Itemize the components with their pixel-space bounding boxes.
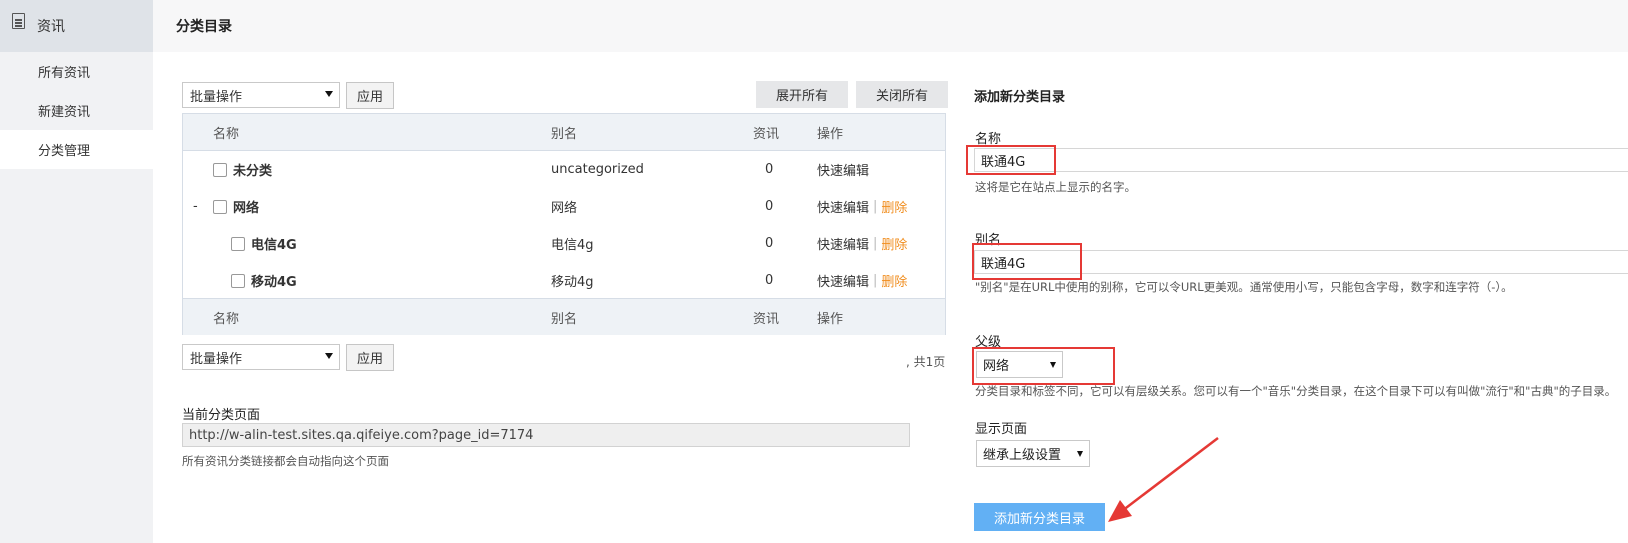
name-label: 名称 — [975, 132, 1002, 147]
quick-edit-link[interactable]: 快速编辑 — [817, 197, 869, 216]
category-slug: 网络 — [551, 201, 578, 216]
col-footer-actions: 操作 — [817, 312, 844, 327]
sidebar-item-label: 新建资讯 — [38, 105, 91, 120]
category-slug: 电信4g — [551, 238, 594, 253]
display-page-select[interactable]: 继承上级设置 — [976, 440, 1090, 467]
parent-label: 父级 — [975, 335, 1002, 350]
bulk-action-value: 批量操作 — [190, 351, 243, 367]
category-count: 0 — [765, 162, 774, 177]
category-count: 0 — [765, 199, 774, 214]
document-icon — [12, 13, 25, 29]
slug-input[interactable]: 联通4G — [974, 250, 1628, 274]
quick-edit-link[interactable]: 快速编辑 — [817, 160, 869, 179]
current-page-note: 所有资讯分类链接都会自动指向这个页面 — [182, 454, 389, 468]
row-checkbox[interactable] — [213, 162, 227, 177]
sidebar-section-label: 资讯 — [37, 19, 65, 35]
sidebar-item-new-news[interactable]: 新建资讯 — [0, 91, 153, 130]
row-checkbox[interactable] — [231, 236, 245, 251]
add-category-title: 添加新分类目录 — [974, 90, 1066, 105]
parent-hint: 分类目录和标签不同，它可以有层级关系。您可以有一个"音乐"分类目录，在这个目录下… — [975, 384, 1617, 398]
category-count: 0 — [765, 236, 774, 251]
row-checkbox[interactable] — [213, 199, 227, 214]
parent-select-value: 网络 — [983, 359, 1010, 374]
add-category-button[interactable]: 添加新分类目录 — [974, 503, 1105, 531]
category-name[interactable]: 电信4G — [251, 234, 297, 253]
expand-all-button[interactable]: 展开所有 — [756, 81, 848, 108]
apply-button-top[interactable]: 应用 — [346, 82, 394, 109]
table-row: 未分类 uncategorized 0 快速编辑 — [183, 151, 945, 188]
collapse-all-button[interactable]: 关闭所有 — [856, 81, 948, 108]
col-footer-count: 资讯 — [753, 312, 780, 327]
separator: | — [873, 199, 878, 214]
caret-down-icon — [1077, 451, 1083, 457]
bulk-action-select-top[interactable]: 批量操作 — [182, 82, 340, 108]
category-table: 名称 别名 资讯 操作 未分类 uncategorized 0 快速编辑 - 网… — [182, 113, 946, 335]
delete-link[interactable]: 删除 — [881, 197, 907, 216]
apply-button-bottom[interactable]: 应用 — [346, 344, 394, 371]
separator: | — [873, 273, 878, 288]
quick-edit-link[interactable]: 快速编辑 — [817, 271, 869, 290]
name-input[interactable]: 联通4G — [974, 148, 1628, 172]
col-footer-name: 名称 — [213, 312, 240, 327]
current-page-url: http://w-alin-test.sites.qa.qifeiye.com?… — [182, 423, 910, 447]
delete-link[interactable]: 删除 — [881, 234, 907, 253]
page-title: 分类目录 — [153, 0, 1628, 52]
sidebar-item-all-news[interactable]: 所有资讯 — [0, 52, 153, 91]
caret-down-icon — [325, 353, 333, 359]
delete-link[interactable]: 删除 — [881, 271, 907, 290]
col-header-count: 资讯 — [753, 127, 780, 142]
col-footer-slug: 别名 — [551, 312, 578, 327]
category-name[interactable]: 移动4G — [251, 271, 297, 290]
bulk-action-select-bottom[interactable]: 批量操作 — [182, 344, 340, 370]
bulk-action-value: 批量操作 — [190, 89, 243, 105]
display-page-value: 继承上级设置 — [983, 448, 1062, 463]
sidebar-item-category-manage[interactable]: 分类管理 — [0, 130, 153, 169]
slug-label: 别名 — [975, 233, 1002, 248]
sidebar-item-label: 分类管理 — [38, 144, 91, 159]
table-footer-row: 名称 别名 资讯 操作 — [183, 298, 945, 335]
caret-down-icon — [325, 91, 333, 97]
parent-select[interactable]: 网络 — [976, 351, 1063, 378]
category-count: 0 — [765, 273, 774, 288]
table-row: - 网络 网络 0 快速编辑 | 删除 — [183, 188, 945, 225]
table-row: 电信4G 电信4g 0 快速编辑 | 删除 — [183, 225, 945, 262]
name-hint: 这将是它在站点上显示的名字。 — [975, 180, 1136, 194]
table-header-row: 名称 别名 资讯 操作 — [183, 114, 945, 151]
category-name[interactable]: 未分类 — [233, 160, 272, 179]
separator: | — [873, 236, 878, 251]
sidebar-section-news[interactable]: 资讯 — [0, 0, 153, 52]
quick-edit-link[interactable]: 快速编辑 — [817, 234, 869, 253]
col-header-actions: 操作 — [817, 127, 844, 142]
row-checkbox[interactable] — [231, 273, 245, 288]
sidebar: 资讯 所有资讯 新建资讯 分类管理 — [0, 0, 153, 543]
category-slug: 移动4g — [551, 275, 594, 290]
category-slug: uncategorized — [551, 162, 644, 177]
col-header-name: 名称 — [213, 127, 240, 142]
sidebar-item-label: 所有资讯 — [38, 66, 91, 81]
current-page-label: 当前分类页面 — [182, 408, 261, 423]
category-name[interactable]: 网络 — [233, 197, 259, 216]
table-row: 移动4G 移动4g 0 快速编辑 | 删除 — [183, 262, 945, 299]
col-header-slug: 别名 — [551, 127, 578, 142]
display-page-label: 显示页面 — [975, 422, 1028, 437]
caret-down-icon — [1050, 362, 1056, 368]
slug-hint: "别名"是在URL中使用的别称，它可以令URL更美观。通常使用小写，只能包含字母… — [975, 280, 1513, 294]
annotation-arrow-icon — [1108, 437, 1219, 522]
pagination-info: , 共1页 — [906, 355, 946, 369]
collapse-toggle[interactable]: - — [193, 188, 198, 225]
